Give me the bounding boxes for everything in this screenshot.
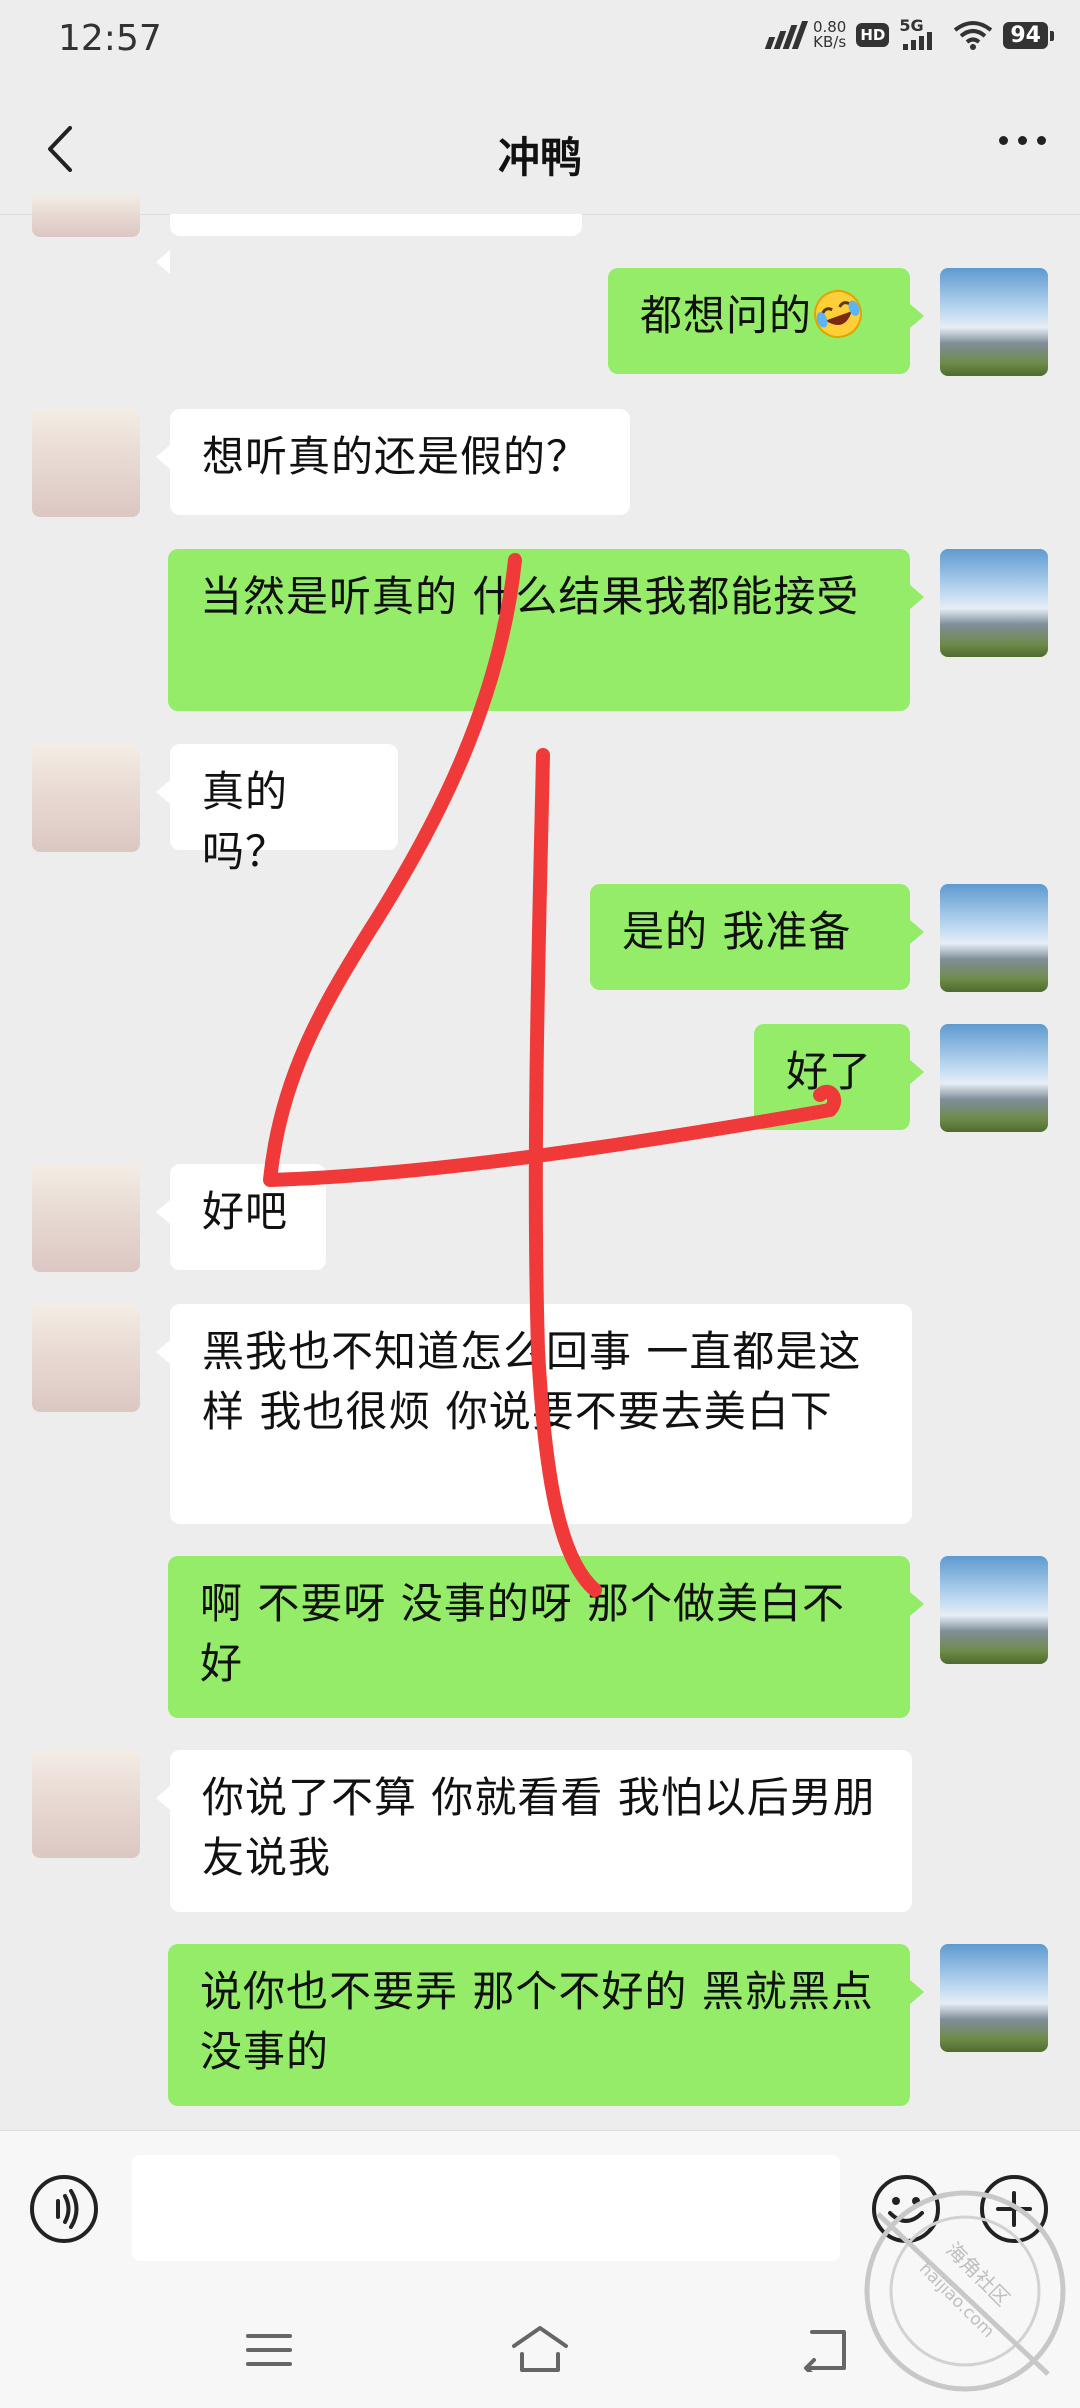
- message-input[interactable]: [132, 2155, 840, 2261]
- net-speed-unit: KB/s: [813, 33, 847, 51]
- contact-avatar[interactable]: [32, 1750, 140, 1858]
- message-bubble-sent[interactable]: 是的 我准备: [590, 884, 924, 990]
- message-bubble-sent[interactable]: 说你也不要弄 那个不好的 黑就黑点 没事的: [168, 1944, 924, 2106]
- message-bubble-sent[interactable]: 啊 不要呀 没事的呀 那个做美白不好: [168, 1556, 924, 1718]
- chat-header: 冲鸭: [0, 84, 1080, 215]
- chat-title: 冲鸭: [497, 133, 582, 182]
- message-text: 你说了不算 你就看看 我怕以后男朋友说我: [202, 1773, 876, 1882]
- 5g-signal-icon: 5G: [899, 16, 943, 50]
- message-bubble-received[interactable]: 想听真的还是假的？: [156, 409, 630, 515]
- message-text: 想听真的还是假的？: [202, 432, 590, 481]
- status-bar: 12:57 0.80 KB/s HD 5G 94: [0, 0, 1080, 84]
- message-bubble-received[interactable]: 黑我也不知道怎么回事 一直都是这样 我也很烦 你说要不要去美白下: [156, 1304, 912, 1524]
- watermark-logo: 海角社区 haijiao.com: [864, 2190, 1066, 2392]
- message-text: 啊 不要呀 没事的呀 那个做美白不好: [200, 1579, 846, 1688]
- more-horizontal-icon[interactable]: [999, 136, 1046, 145]
- my-avatar[interactable]: [940, 1024, 1048, 1132]
- my-avatar[interactable]: [940, 1944, 1048, 2052]
- contact-avatar[interactable]: [32, 1304, 140, 1412]
- message-bubble-partial: [156, 214, 582, 274]
- voice-icon[interactable]: [30, 2175, 98, 2243]
- my-avatar[interactable]: [940, 884, 1048, 992]
- menu-icon[interactable]: [244, 2330, 294, 2370]
- laughing-crying-emoji-icon: [814, 290, 863, 338]
- message-bubble-sent[interactable]: 当然是听真的 什么结果我都能接受: [168, 549, 924, 711]
- message-bubble-received[interactable]: 真的吗？: [156, 744, 398, 876]
- my-avatar[interactable]: [940, 268, 1048, 376]
- message-text: 当然是听真的 什么结果我都能接受: [200, 572, 860, 621]
- home-icon[interactable]: [510, 2324, 570, 2374]
- message-bubble-received[interactable]: 你说了不算 你就看看 我怕以后男朋友说我: [156, 1750, 912, 1912]
- contact-avatar[interactable]: [32, 409, 140, 517]
- message-text: 好吧: [202, 1187, 289, 1236]
- message-text: 都想问的: [640, 291, 813, 340]
- message-bubble-sent[interactable]: 好了: [754, 1024, 924, 1130]
- contact-avatar[interactable]: [32, 195, 140, 237]
- message-text: 真的吗？: [202, 767, 289, 876]
- battery-icon: 94: [1003, 21, 1054, 49]
- status-time: 12:57: [58, 18, 162, 59]
- message-bubble-sent[interactable]: 都想问的: [608, 268, 924, 374]
- back-arrow-icon[interactable]: [800, 2328, 850, 2372]
- message-text: 好了: [786, 1047, 873, 1096]
- message-bubble-received[interactable]: 好吧: [156, 1164, 326, 1270]
- wifi-icon: [954, 21, 993, 50]
- net-speed: 0.80 KB/s: [813, 20, 846, 50]
- message-text: 黑我也不知道怎么回事 一直都是这样 我也很烦 你说要不要去美白下: [202, 1327, 862, 1436]
- message-text: 说你也不要弄 那个不好的 黑就黑点 没事的: [200, 1967, 874, 2076]
- contact-avatar[interactable]: [32, 1164, 140, 1272]
- hd-icon: HD: [856, 23, 890, 47]
- message-text: 是的 我准备: [622, 907, 852, 956]
- my-avatar[interactable]: [940, 1556, 1048, 1664]
- cellular-signal-icon: [764, 21, 809, 49]
- status-icons: 0.80 KB/s HD 5G 94: [764, 16, 1054, 50]
- my-avatar[interactable]: [940, 549, 1048, 657]
- contact-avatar[interactable]: [32, 744, 140, 852]
